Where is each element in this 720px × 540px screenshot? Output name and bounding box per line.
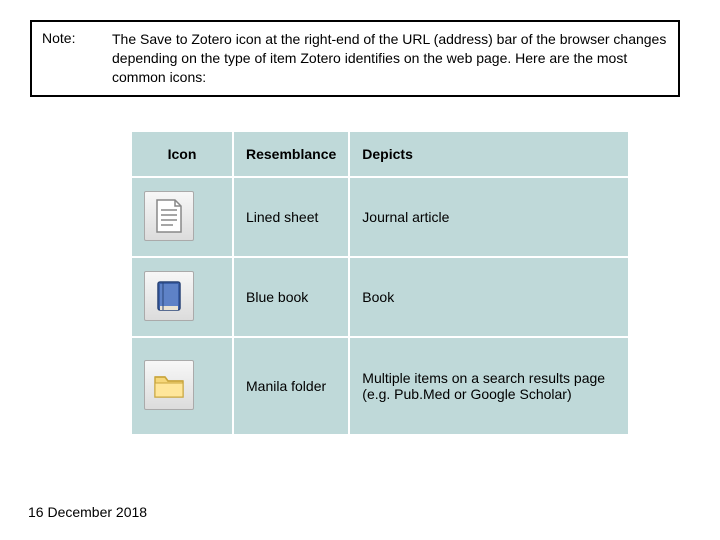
- depicts-cell: Journal article: [350, 178, 628, 256]
- depicts-cell: Book: [350, 258, 628, 336]
- note-box: Note: The Save to Zotero icon at the rig…: [30, 20, 680, 97]
- note-text: The Save to Zotero icon at the right-end…: [112, 30, 668, 87]
- depicts-cell: Multiple items on a search results page …: [350, 338, 628, 434]
- header-icon: Icon: [132, 132, 232, 176]
- table-row: Lined sheet Journal article: [132, 178, 628, 256]
- table-row: Blue book Book: [132, 258, 628, 336]
- header-depicts: Depicts: [350, 132, 628, 176]
- lined-sheet-icon: [144, 191, 194, 241]
- resemblance-cell: Manila folder: [234, 338, 348, 434]
- icon-table: Icon Resemblance Depicts Lined sheet Jou…: [130, 130, 630, 436]
- manila-folder-icon: [144, 360, 194, 410]
- icon-cell: [132, 258, 232, 336]
- icon-cell: [132, 178, 232, 256]
- table-header-row: Icon Resemblance Depicts: [132, 132, 628, 176]
- icon-cell: [132, 338, 232, 434]
- footer-date: 16 December 2018: [28, 504, 147, 520]
- table-row: Manila folder Multiple items on a search…: [132, 338, 628, 434]
- header-resemblance: Resemblance: [234, 132, 348, 176]
- blue-book-icon: [144, 271, 194, 321]
- resemblance-cell: Lined sheet: [234, 178, 348, 256]
- resemblance-cell: Blue book: [234, 258, 348, 336]
- note-label: Note:: [42, 30, 112, 87]
